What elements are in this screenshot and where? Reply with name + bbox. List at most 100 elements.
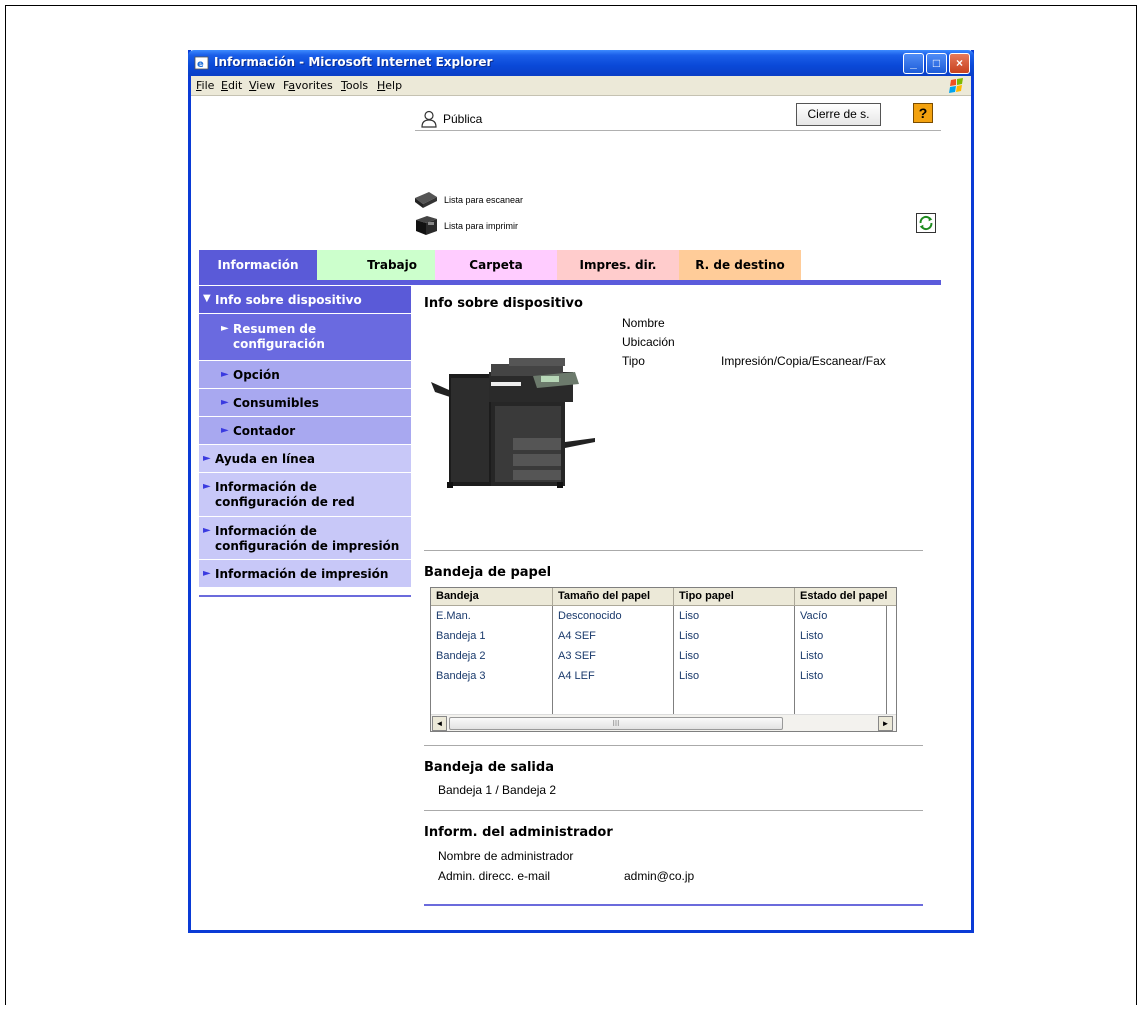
- minimize-button[interactable]: _: [903, 53, 924, 74]
- sidebar-item-label: Ayuda en línea: [215, 452, 315, 466]
- table-cell: A4 LEF: [558, 670, 595, 682]
- sidebar-item-config-red[interactable]: ► Información de configuración de red: [199, 473, 411, 517]
- output-tray-title: Bandeja de salida: [424, 760, 554, 775]
- header-divider: [415, 130, 941, 131]
- menu-help[interactable]: Help: [377, 79, 402, 92]
- page-content: Pública Cierre de s. ? Lista para escane…: [191, 97, 971, 930]
- refresh-icon[interactable]: [916, 213, 936, 233]
- table-cell: Vacío: [800, 610, 828, 622]
- sidebar-item-label: Opción: [233, 368, 280, 382]
- paper-tray-title: Bandeja de papel: [424, 565, 552, 580]
- scanner-icon: [415, 192, 437, 208]
- field-value-admin-email: admin@co.jp: [624, 869, 695, 883]
- sidebar-item-label: Consumibles: [233, 396, 319, 410]
- sidebar-item-label: Información de configuración de red: [215, 480, 355, 509]
- table-cell: Liso: [679, 650, 700, 662]
- logout-button[interactable]: Cierre de s.: [796, 103, 881, 126]
- arrow-right-icon: ►: [221, 323, 229, 334]
- sidebar-item-resumen[interactable]: ► Resumen de configuración: [199, 314, 411, 361]
- table-cell: Bandeja 1: [436, 630, 486, 642]
- window-title: Información - Microsoft Internet Explore…: [214, 55, 493, 69]
- arrow-right-icon: ►: [203, 481, 211, 492]
- table-cell: Bandeja 3: [436, 670, 486, 682]
- table-cell: Listo: [800, 670, 824, 682]
- sidebar-item-label: Información de impresión: [215, 567, 389, 581]
- tab-underline: [199, 280, 941, 285]
- column-header[interactable]: Bandeja: [431, 588, 553, 606]
- svg-text:e: e: [197, 59, 204, 70]
- table-cell: E.Man.: [436, 610, 471, 622]
- scroll-left-button[interactable]: ◄: [432, 716, 447, 731]
- field-label-tipo: Tipo: [622, 354, 645, 368]
- sidebar-item-label: Info sobre dispositivo: [215, 293, 362, 307]
- table-cell: Listo: [800, 630, 824, 642]
- help-button[interactable]: ?: [913, 103, 933, 123]
- sidebar-item-contador[interactable]: ► Contador: [199, 417, 411, 445]
- sidebar-item-label: Contador: [233, 424, 296, 438]
- scrollbar-thumb[interactable]: III: [449, 717, 783, 730]
- menu-favorites[interactable]: Favorites: [283, 79, 333, 92]
- title-bar: e Información - Microsoft Internet Explo…: [188, 50, 974, 76]
- sidebar-item-label: Información de configuración de impresió…: [215, 524, 400, 553]
- user-label: Pública: [443, 112, 483, 126]
- expand-arrow-icon: ▼: [203, 293, 211, 304]
- paper-tray-table: Bandeja Tamaño del papel Tipo papel Esta…: [430, 587, 897, 732]
- column-header[interactable]: Tipo papel: [674, 588, 795, 606]
- column-divider: [886, 606, 887, 714]
- menu-bar: File Edit View Favorites Tools Help: [191, 76, 971, 96]
- sidebar-item-info-impresion[interactable]: ► Información de impresión: [199, 560, 411, 588]
- field-label-admin-email: Admin. direcc. e-mail: [438, 869, 551, 883]
- sidebar-divider: [199, 595, 411, 597]
- arrow-right-icon: ►: [221, 425, 229, 436]
- sidebar-item-config-impresion[interactable]: ► Información de configuración de impres…: [199, 517, 411, 560]
- user-icon: [421, 110, 437, 128]
- sidebar-item-ayuda[interactable]: ► Ayuda en línea: [199, 445, 411, 473]
- table-cell: Liso: [679, 630, 700, 642]
- device-image: [431, 358, 595, 488]
- table-cell: A3 SEF: [558, 650, 596, 662]
- ie-icon: e: [194, 56, 209, 70]
- section-divider: [424, 550, 923, 551]
- table-cell: Desconocido: [558, 610, 622, 622]
- menu-file[interactable]: File: [196, 79, 214, 92]
- device-info-title: Info sobre dispositivo: [424, 296, 583, 311]
- section-divider: [424, 810, 923, 811]
- scroll-right-button[interactable]: ►: [878, 716, 893, 731]
- maximize-button[interactable]: □: [926, 53, 947, 74]
- tab-carpeta[interactable]: Carpeta: [435, 250, 557, 280]
- sidebar-item-label: Resumen de configuración: [233, 322, 325, 351]
- admin-info-title: Inform. del administrador: [424, 825, 613, 840]
- column-header[interactable]: Estado del papel: [795, 588, 896, 606]
- sidebar-item-opcion[interactable]: ► Opción: [199, 361, 411, 389]
- menu-view[interactable]: View: [249, 79, 275, 92]
- arrow-right-icon: ►: [203, 525, 211, 536]
- field-label-ubicacion: Ubicación: [622, 335, 675, 349]
- tab-impres-dir[interactable]: Impres. dir.: [557, 250, 679, 280]
- print-status: Lista para imprimir: [444, 221, 519, 231]
- column-header[interactable]: Tamaño del papel: [553, 588, 674, 606]
- sidebar-item-consumibles[interactable]: ► Consumibles: [199, 389, 411, 417]
- table-cell: Liso: [679, 670, 700, 682]
- field-label-nombre: Nombre: [622, 316, 665, 330]
- scan-status: Lista para escanear: [444, 195, 524, 205]
- close-button[interactable]: ×: [949, 53, 970, 74]
- tab-destino[interactable]: R. de destino: [679, 250, 801, 280]
- arrow-right-icon: ►: [203, 453, 211, 464]
- table-cell: Liso: [679, 610, 700, 622]
- tab-informacion[interactable]: Información: [199, 250, 317, 280]
- sidebar-item-info-dispositivo[interactable]: ▼ Info sobre dispositivo: [199, 286, 411, 314]
- browser-window: e Información - Microsoft Internet Explo…: [188, 50, 974, 933]
- arrow-right-icon: ►: [221, 369, 229, 380]
- section-divider: [424, 745, 923, 746]
- tab-trabajo[interactable]: Trabajo: [317, 250, 435, 280]
- menu-edit[interactable]: Edit: [221, 79, 242, 92]
- table-cell: Bandeja 2: [436, 650, 486, 662]
- output-tray-value: Bandeja 1 / Bandeja 2: [438, 783, 557, 797]
- printer-icon: [416, 216, 437, 235]
- horizontal-scrollbar[interactable]: ◄ III ►: [431, 714, 896, 731]
- field-label-admin-nombre: Nombre de administrador: [438, 849, 574, 863]
- arrow-right-icon: ►: [203, 568, 211, 579]
- menu-tools[interactable]: Tools: [341, 79, 368, 92]
- field-value-tipo: Impresión/Copia/Escanear/Fax: [721, 354, 886, 368]
- arrow-right-icon: ►: [221, 397, 229, 408]
